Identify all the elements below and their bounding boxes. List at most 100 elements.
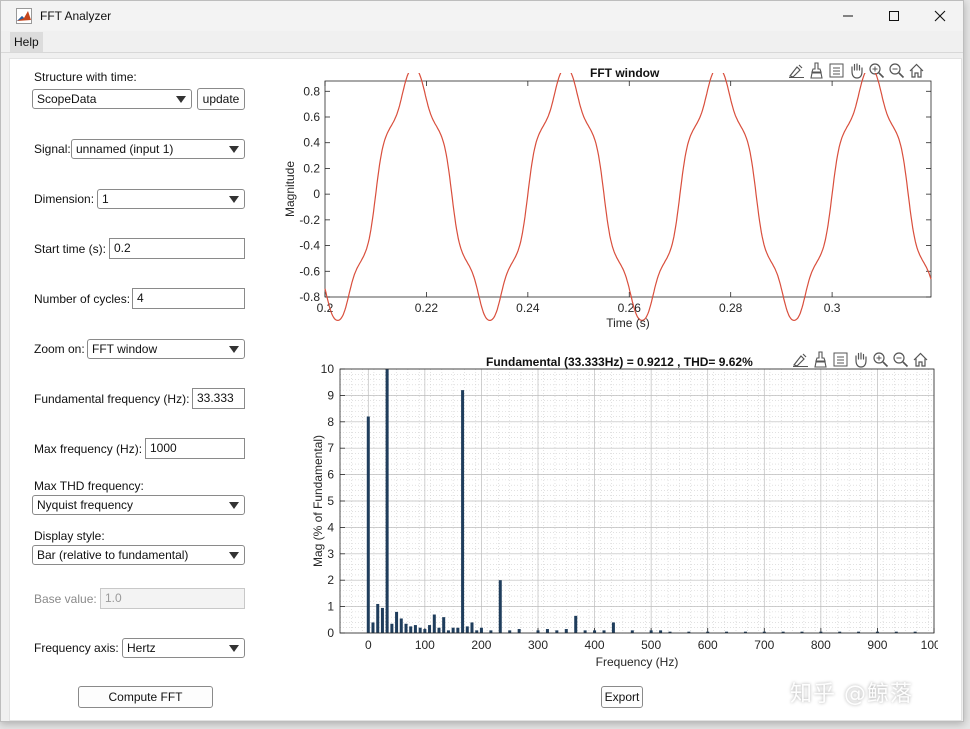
x-tick-label: 0.28 xyxy=(719,301,743,315)
frequency-spectrum-plot: 0 100 200 300 400 500 600 700 800 900 1000 0 1 2 3 4 5 6 7… xyxy=(311,363,938,669)
y-tick-label: 5 xyxy=(327,494,334,508)
max-thd-frequency-dropdown[interactable]: Nyquist frequency xyxy=(32,495,245,515)
x-tick-label: 0 xyxy=(365,638,372,652)
y-tick-label: 7 xyxy=(327,441,334,455)
spectrum-bar xyxy=(366,416,370,633)
fundamental-frequency-label: Fundamental frequency (Hz): xyxy=(34,392,190,406)
minimize-button[interactable] xyxy=(825,1,871,31)
minimize-icon xyxy=(843,15,853,17)
x-tick-label: 0.22 xyxy=(415,301,439,315)
y-tick-label: 0 xyxy=(327,626,334,640)
x-tick-label: 300 xyxy=(528,638,548,652)
close-button[interactable] xyxy=(917,1,963,31)
spectrum-bar xyxy=(418,627,422,633)
dropdown-arrow-icon xyxy=(176,96,186,103)
cycles-label: Number of cycles: xyxy=(34,292,131,306)
maximize-button[interactable] xyxy=(871,1,917,31)
spectrum-bar xyxy=(574,615,578,633)
x-tick-label: 0.24 xyxy=(516,301,540,315)
dropdown-arrow-icon xyxy=(229,146,239,153)
base-value-label: Base value: xyxy=(34,592,97,606)
x-tick-label: 600 xyxy=(698,638,718,652)
help-menu[interactable]: Help xyxy=(10,32,43,52)
y-tick-label: -0.4 xyxy=(299,239,320,253)
menu-bar: Help xyxy=(1,31,963,53)
time-plot-axes-box xyxy=(324,80,932,298)
display-style-dropdown[interactable]: Bar (relative to fundamental) xyxy=(32,545,245,565)
signal-value: unnamed (input 1) xyxy=(76,142,174,156)
cycles-input[interactable]: 4 xyxy=(132,288,245,309)
x-tick-label: 0.26 xyxy=(618,301,642,315)
dimension-dropdown[interactable]: 1 xyxy=(97,189,245,209)
max-frequency-input[interactable]: 1000 xyxy=(145,438,245,459)
x-tick-label: 1000 xyxy=(921,638,938,652)
spectrum-bar xyxy=(380,607,384,633)
spectrum-bar xyxy=(385,369,389,633)
window-title: FFT Analyzer xyxy=(40,9,112,23)
max-thd-frequency-label: Max THD frequency: xyxy=(34,479,144,493)
close-icon xyxy=(934,10,946,22)
dimension-label: Dimension: xyxy=(34,192,95,206)
spectrum-bar xyxy=(456,627,460,633)
y-tick-label: 0.8 xyxy=(303,84,320,98)
spectrum-bar xyxy=(611,622,615,633)
y-tick-label: 0.4 xyxy=(303,136,320,150)
structure-dropdown[interactable]: ScopeData xyxy=(32,89,192,109)
spectrum-bar xyxy=(545,629,549,633)
x-axis-label: Time (s) xyxy=(606,316,650,330)
zoom-label: Zoom on: xyxy=(34,342,85,356)
window-controls xyxy=(825,1,963,31)
matlab-logo-icon xyxy=(16,8,32,24)
x-tick-label: 900 xyxy=(867,638,887,652)
spectrum-bar xyxy=(437,627,441,633)
x-axis-label: Frequency (Hz) xyxy=(596,655,679,669)
start-time-input[interactable]: 0.2 xyxy=(109,238,245,259)
x-tick-label: 500 xyxy=(641,638,661,652)
spectrum-bar xyxy=(428,625,432,633)
display-style-label: Display style: xyxy=(34,529,105,543)
signal-dropdown[interactable]: unnamed (input 1) xyxy=(71,139,245,159)
fundamental-frequency-input[interactable]: 33.333 xyxy=(192,388,245,409)
spectrum-bar xyxy=(371,622,375,633)
zoom-dropdown[interactable]: FFT window xyxy=(87,339,245,359)
max-thd-frequency-value: Nyquist frequency xyxy=(37,498,134,512)
compute-fft-button[interactable]: Compute FFT xyxy=(78,686,213,708)
y-tick-label: 3 xyxy=(327,547,334,561)
signal-label: Signal: xyxy=(34,142,71,156)
y-tick-label: 9 xyxy=(327,388,334,402)
y-tick-label: 8 xyxy=(327,415,334,429)
dropdown-arrow-icon xyxy=(229,502,239,509)
spectrum-bar xyxy=(451,627,455,633)
base-value-input[interactable]: 1.0 xyxy=(100,588,245,609)
spectrum-bar xyxy=(442,617,446,633)
y-tick-label: -0.6 xyxy=(299,264,320,278)
structure-value: ScopeData xyxy=(37,92,97,106)
x-tick-label: 100 xyxy=(415,638,435,652)
update-button[interactable]: update xyxy=(197,88,245,110)
time-domain-plot: 0.2 0.22 0.24 0.26 0.28 0.3 -0.8 -0.6 -0.4 -0.2 0 0… xyxy=(283,73,932,330)
spectrum-bar xyxy=(413,625,417,633)
spectrum-bar xyxy=(432,614,436,633)
y-tick-label: 6 xyxy=(327,468,334,482)
structure-label: Structure with time: xyxy=(34,70,137,84)
analyzer-panel: Structure with time: ScopeData update Si… xyxy=(9,58,962,721)
dropdown-arrow-icon xyxy=(229,552,239,559)
spectrum-bar xyxy=(404,623,408,633)
y-axis-label: Mag (% of Fundamental) xyxy=(311,435,325,567)
spectrum-bar xyxy=(409,626,413,633)
start-time-label: Start time (s): xyxy=(34,242,107,256)
title-bar: FFT Analyzer xyxy=(1,1,963,31)
x-tick-label: 800 xyxy=(811,638,831,652)
spectrum-bar xyxy=(423,629,427,633)
watermark-text: 知乎 @鲸落 xyxy=(790,682,913,707)
spectrum-bar xyxy=(376,603,380,633)
y-tick-label: 10 xyxy=(321,363,335,376)
y-tick-label: 0.6 xyxy=(303,110,320,124)
y-tick-label: 1 xyxy=(327,600,334,614)
zoom-value: FFT window xyxy=(92,342,158,356)
y-tick-label: 2 xyxy=(327,573,334,587)
x-tick-label: 200 xyxy=(471,638,491,652)
export-button[interactable]: Export xyxy=(601,686,643,708)
dropdown-arrow-icon xyxy=(229,346,239,353)
frequency-axis-dropdown[interactable]: Hertz xyxy=(122,638,245,658)
